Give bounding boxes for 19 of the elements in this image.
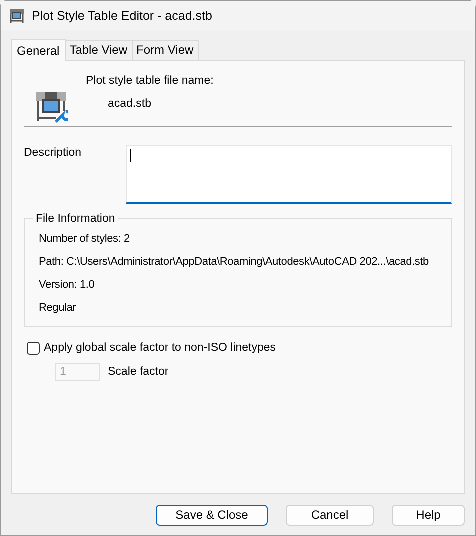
info-line: Version: 1.0 <box>39 279 96 292</box>
description-label: Description <box>24 147 82 159</box>
info-line: Path: C:\Users\Administrator\AppData\Roaming\Autodesk\AutoCAD 202...\acad.stb <box>39 256 430 269</box>
info-line: Regular <box>39 302 78 315</box>
dialog-button[interactable]: Help <box>392 505 465 526</box>
plotter-icon <box>34 89 68 123</box>
description-field[interactable] <box>126 145 452 204</box>
plotter-icon <box>9 8 25 24</box>
tab[interactable]: General <box>11 39 66 61</box>
scale-factor-label: Scale factor <box>108 364 169 380</box>
file-name-label: Plot style table file name: <box>86 74 214 89</box>
file-name-value: acad.stb <box>108 97 152 112</box>
window-title: Plot Style Table Editor - acad.stb <box>32 8 212 25</box>
info-line: Number of styles: 2 <box>39 233 131 246</box>
checkbox-label: Apply global scale factor to non-ISO linetypes <box>44 341 276 356</box>
dialog-button[interactable]: Save & Close <box>156 505 268 526</box>
checkbox[interactable] <box>27 342 40 356</box>
tab[interactable]: Form View <box>132 40 199 60</box>
dialog-button[interactable]: Cancel <box>286 505 374 526</box>
